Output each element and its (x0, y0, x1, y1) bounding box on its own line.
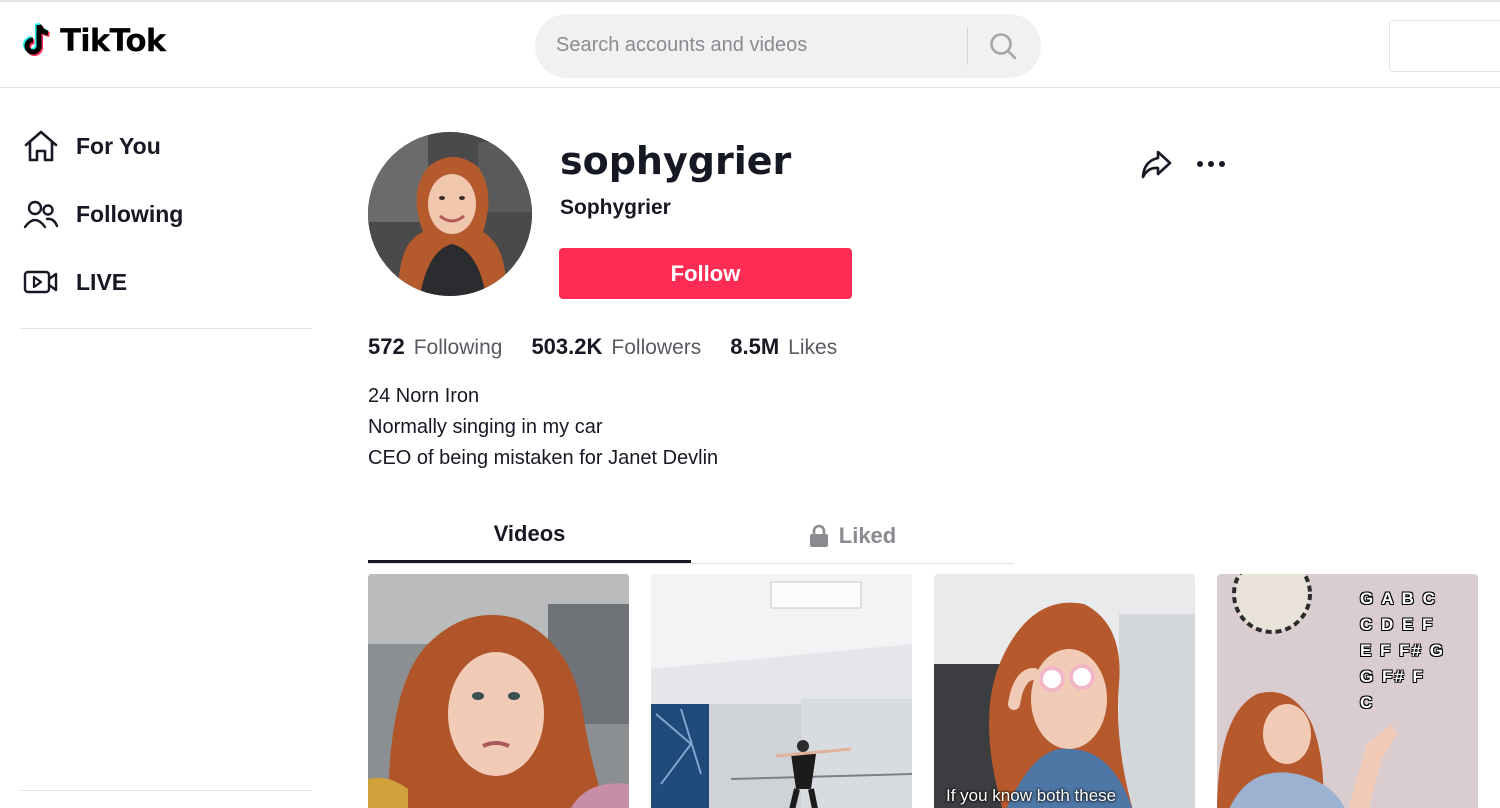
sidebar-item-label: For You (76, 132, 161, 159)
people-icon (20, 196, 64, 232)
stat-followers[interactable]: 503.2K Followers (531, 334, 701, 360)
tab-label: Liked (838, 522, 897, 548)
video-thumbnail[interactable] (368, 574, 629, 808)
home-icon (20, 128, 64, 164)
share-button[interactable] (1136, 144, 1176, 184)
more-dots-icon (1197, 161, 1225, 167)
stat-following[interactable]: 572 Following (368, 334, 502, 360)
profile-tabs: Videos Liked (368, 508, 1014, 564)
profile-username: sophygrier (560, 139, 792, 183)
tiktok-note-icon (23, 22, 50, 56)
search-bar (535, 14, 1041, 78)
video-thumbnail[interactable]: If you know both these (934, 574, 1195, 808)
sidebar-item-live[interactable]: LIVE (20, 248, 312, 316)
live-video-icon (20, 264, 64, 300)
upload-button[interactable] (1389, 20, 1500, 72)
sidebar-item-label: Following (76, 200, 184, 227)
search-divider (967, 27, 968, 65)
sidebar-item-label: LIVE (76, 268, 128, 295)
tab-videos[interactable]: Videos (368, 508, 691, 563)
sidebar-divider (20, 790, 312, 791)
stat-label: Following (413, 336, 503, 359)
bio-line: CEO of being mistaken for Janet Devlin (368, 447, 719, 469)
sidebar: For You Following LIVE (20, 112, 312, 316)
video-thumbnail[interactable]: G A B C C D E F E F F# G G F# F C (1217, 574, 1478, 808)
profile-bio: 24 Norn Iron Normally singing in my car … (368, 381, 718, 474)
share-icon (1141, 150, 1172, 179)
bio-line: Normally singing in my car (368, 416, 603, 438)
video-caption: If you know both these (946, 786, 1117, 805)
video-overlay-text: G A B C C D E F E F F# G G F# F C (1360, 589, 1445, 712)
profile-nickname: Sophygrier (560, 196, 671, 219)
search-button[interactable] (983, 28, 1023, 64)
tiktok-logo[interactable]: TikTok (20, 22, 166, 60)
stat-label: Likes (788, 336, 838, 359)
stat-label: Followers (611, 336, 702, 359)
stat-value: 8.5M (730, 334, 780, 359)
profile-stats: 572 Following 503.2K Followers 8.5M Like… (368, 334, 866, 360)
stat-value: 503.2K (531, 334, 603, 359)
search-input[interactable] (556, 28, 956, 62)
top-bar: TikTok (0, 0, 1500, 88)
video-thumbnail[interactable] (651, 574, 912, 808)
sidebar-item-following[interactable]: Following (20, 180, 312, 248)
follow-button[interactable]: Follow (559, 248, 852, 299)
sidebar-item-for-you[interactable]: For You (20, 112, 312, 180)
more-options-button[interactable] (1191, 144, 1231, 184)
bio-line: 24 Norn Iron (368, 385, 480, 407)
stat-likes: 8.5M Likes (730, 334, 837, 360)
tab-liked[interactable]: Liked (691, 508, 1014, 563)
avatar (368, 132, 532, 296)
tab-label: Videos (493, 521, 566, 546)
logo-text: TikTok (60, 23, 166, 59)
search-icon (990, 33, 1017, 60)
sidebar-divider (20, 328, 312, 329)
lock-icon (809, 524, 828, 547)
stat-value: 572 (368, 334, 405, 359)
